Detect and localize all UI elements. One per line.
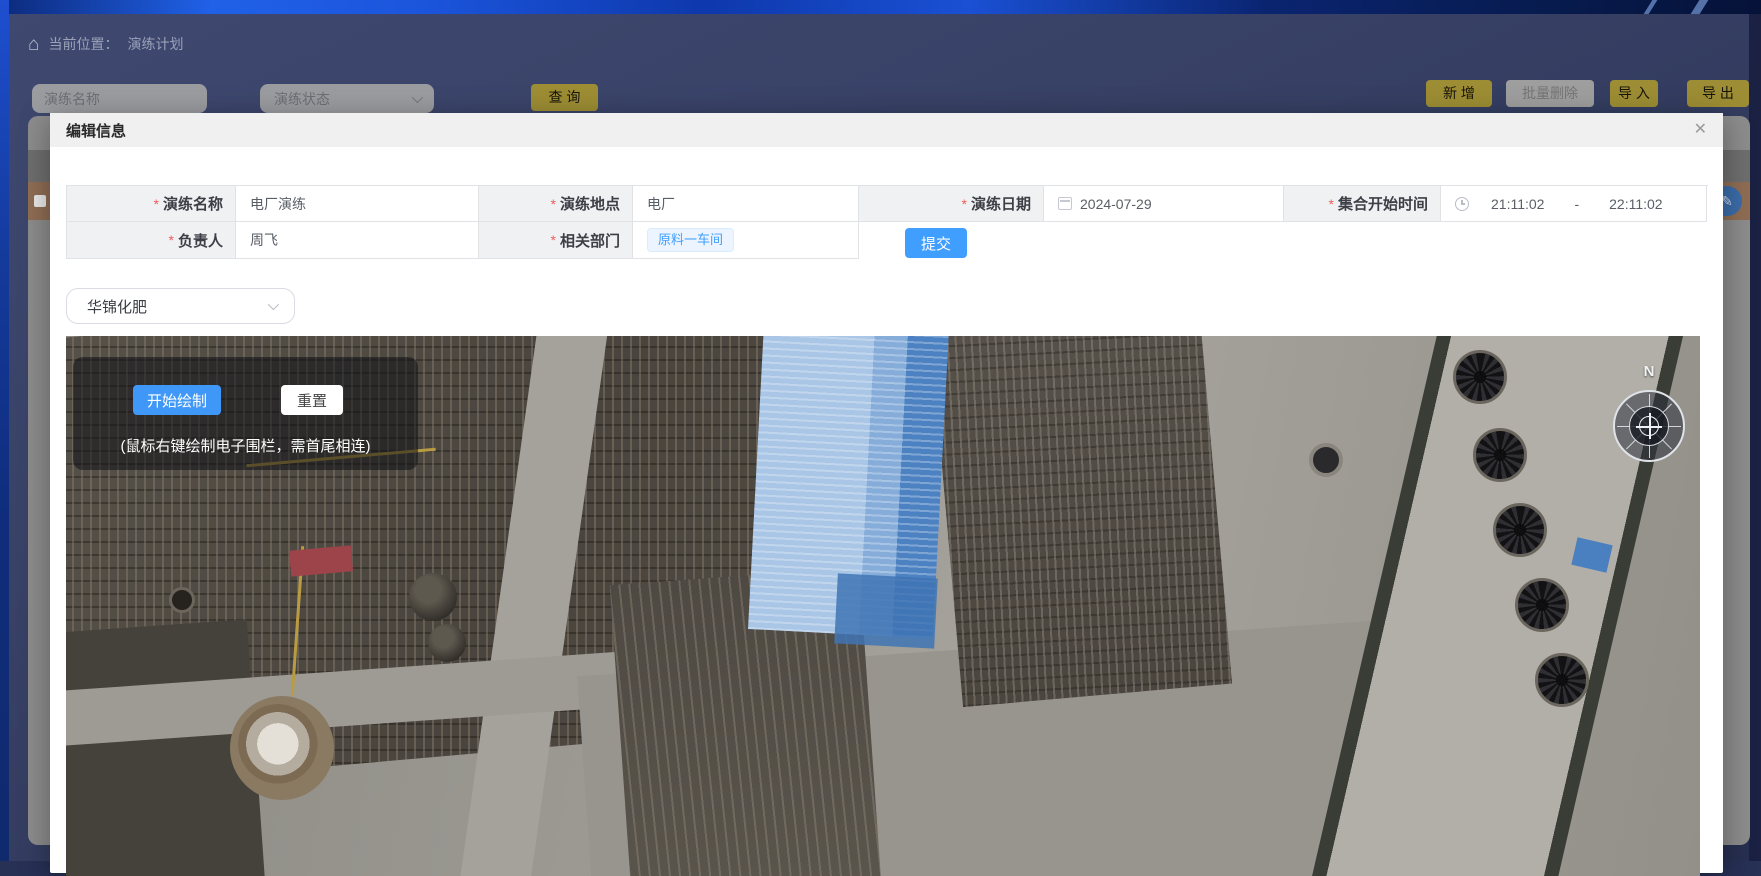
map-storage-tank (230, 696, 334, 800)
chevron-down-icon (268, 299, 279, 310)
place-input[interactable]: 电厂 (633, 186, 859, 222)
field-label-name: * 演练名称 (67, 186, 236, 222)
map-vent-fan (1309, 443, 1343, 477)
label-text: 相关部门 (560, 230, 620, 251)
map-cooling-fan (1535, 653, 1589, 707)
field-label-place: * 演练地点 (479, 186, 633, 222)
required-mark: * (551, 232, 556, 248)
date-picker[interactable]: 2024-07-29 (1044, 186, 1284, 222)
compass-control[interactable]: N (1613, 363, 1685, 471)
name-input[interactable]: 电厂演练 (236, 186, 479, 222)
field-label-leader: * 负责人 (67, 222, 236, 259)
form-row-1: * 演练名称 电厂演练 * 演练地点 电厂 * 演练日期 (67, 185, 1708, 222)
fence-draw-map[interactable]: 开始绘制 重置 (鼠标右键绘制电子围栏，需首尾相连) N (66, 336, 1700, 876)
leader-input[interactable]: 周飞 (236, 222, 479, 259)
date-value: 2024-07-29 (1080, 196, 1152, 212)
map-storage-tank (169, 587, 195, 613)
label-text: 演练名称 (163, 193, 223, 214)
close-icon[interactable]: ✕ (1694, 122, 1707, 138)
map-dome-tank (428, 624, 466, 662)
dept-tag[interactable]: 原料一车间 (647, 228, 734, 252)
compass-ring (1613, 390, 1685, 462)
time-separator: - (1574, 196, 1579, 212)
map-cooling-fan (1493, 503, 1547, 557)
draw-tools-panel: 开始绘制 重置 (鼠标右键绘制电子围栏，需首尾相连) (73, 357, 418, 470)
time-start-value: 21:11:02 (1491, 196, 1544, 212)
compass-crosshair-icon (1639, 416, 1659, 436)
required-mark: * (551, 196, 556, 212)
calendar-icon (1058, 197, 1072, 210)
dialog-body: * 演练名称 电厂演练 * 演练地点 电厂 * 演练日期 (66, 147, 1707, 876)
time-range-picker[interactable]: 21:11:02 - 22:11:02 (1441, 186, 1707, 222)
submit-button[interactable]: 提交 (905, 228, 967, 258)
name-value: 电厂演练 (250, 194, 306, 214)
map-blue-roof-building (834, 573, 938, 648)
required-mark: * (154, 196, 159, 212)
dept-select[interactable]: 原料一车间 (633, 222, 859, 259)
map-cooling-fan (1473, 428, 1527, 482)
place-value: 电厂 (647, 194, 675, 214)
label-text: 集合开始时间 (1338, 193, 1428, 214)
map-cooling-fan (1453, 350, 1507, 404)
field-label-date: * 演练日期 (859, 186, 1044, 222)
field-label-dept: * 相关部门 (479, 222, 633, 259)
label-text: 演练地点 (560, 193, 620, 214)
label-text: 负责人 (178, 230, 223, 251)
field-label-time: * 集合开始时间 (1284, 186, 1441, 222)
start-draw-button[interactable]: 开始绘制 (133, 385, 221, 415)
required-mark: * (1329, 196, 1334, 212)
leader-value: 周飞 (250, 230, 278, 250)
clock-icon (1455, 197, 1469, 211)
form-row-2: * 负责人 周飞 * 相关部门 原料一车间 (67, 222, 860, 259)
map-industrial-area (930, 336, 1232, 707)
company-select-value: 华锦化肥 (87, 296, 147, 317)
time-end-value: 22:11:02 (1609, 196, 1662, 212)
map-dome-tank (409, 573, 457, 621)
map-cooling-fan (1515, 578, 1569, 632)
dialog-title: 编辑信息 (66, 120, 126, 141)
compass-north-label: N (1613, 363, 1685, 380)
required-mark: * (962, 196, 967, 212)
required-mark: * (169, 232, 174, 248)
draw-hint-text: (鼠标右键绘制电子围栏，需首尾相连) (73, 435, 418, 456)
company-select[interactable]: 华锦化肥 (66, 288, 295, 324)
reset-button[interactable]: 重置 (281, 385, 343, 415)
compass-inner-dial (1629, 406, 1669, 446)
edit-dialog: 编辑信息 ✕ * 演练名称 电厂演练 * 演练地点 (50, 113, 1723, 873)
label-text: 演练日期 (971, 193, 1031, 214)
map-red-roof-building (289, 545, 353, 576)
dialog-header: 编辑信息 ✕ (50, 113, 1723, 147)
edit-form: * 演练名称 电厂演练 * 演练地点 电厂 * 演练日期 (66, 185, 1707, 259)
